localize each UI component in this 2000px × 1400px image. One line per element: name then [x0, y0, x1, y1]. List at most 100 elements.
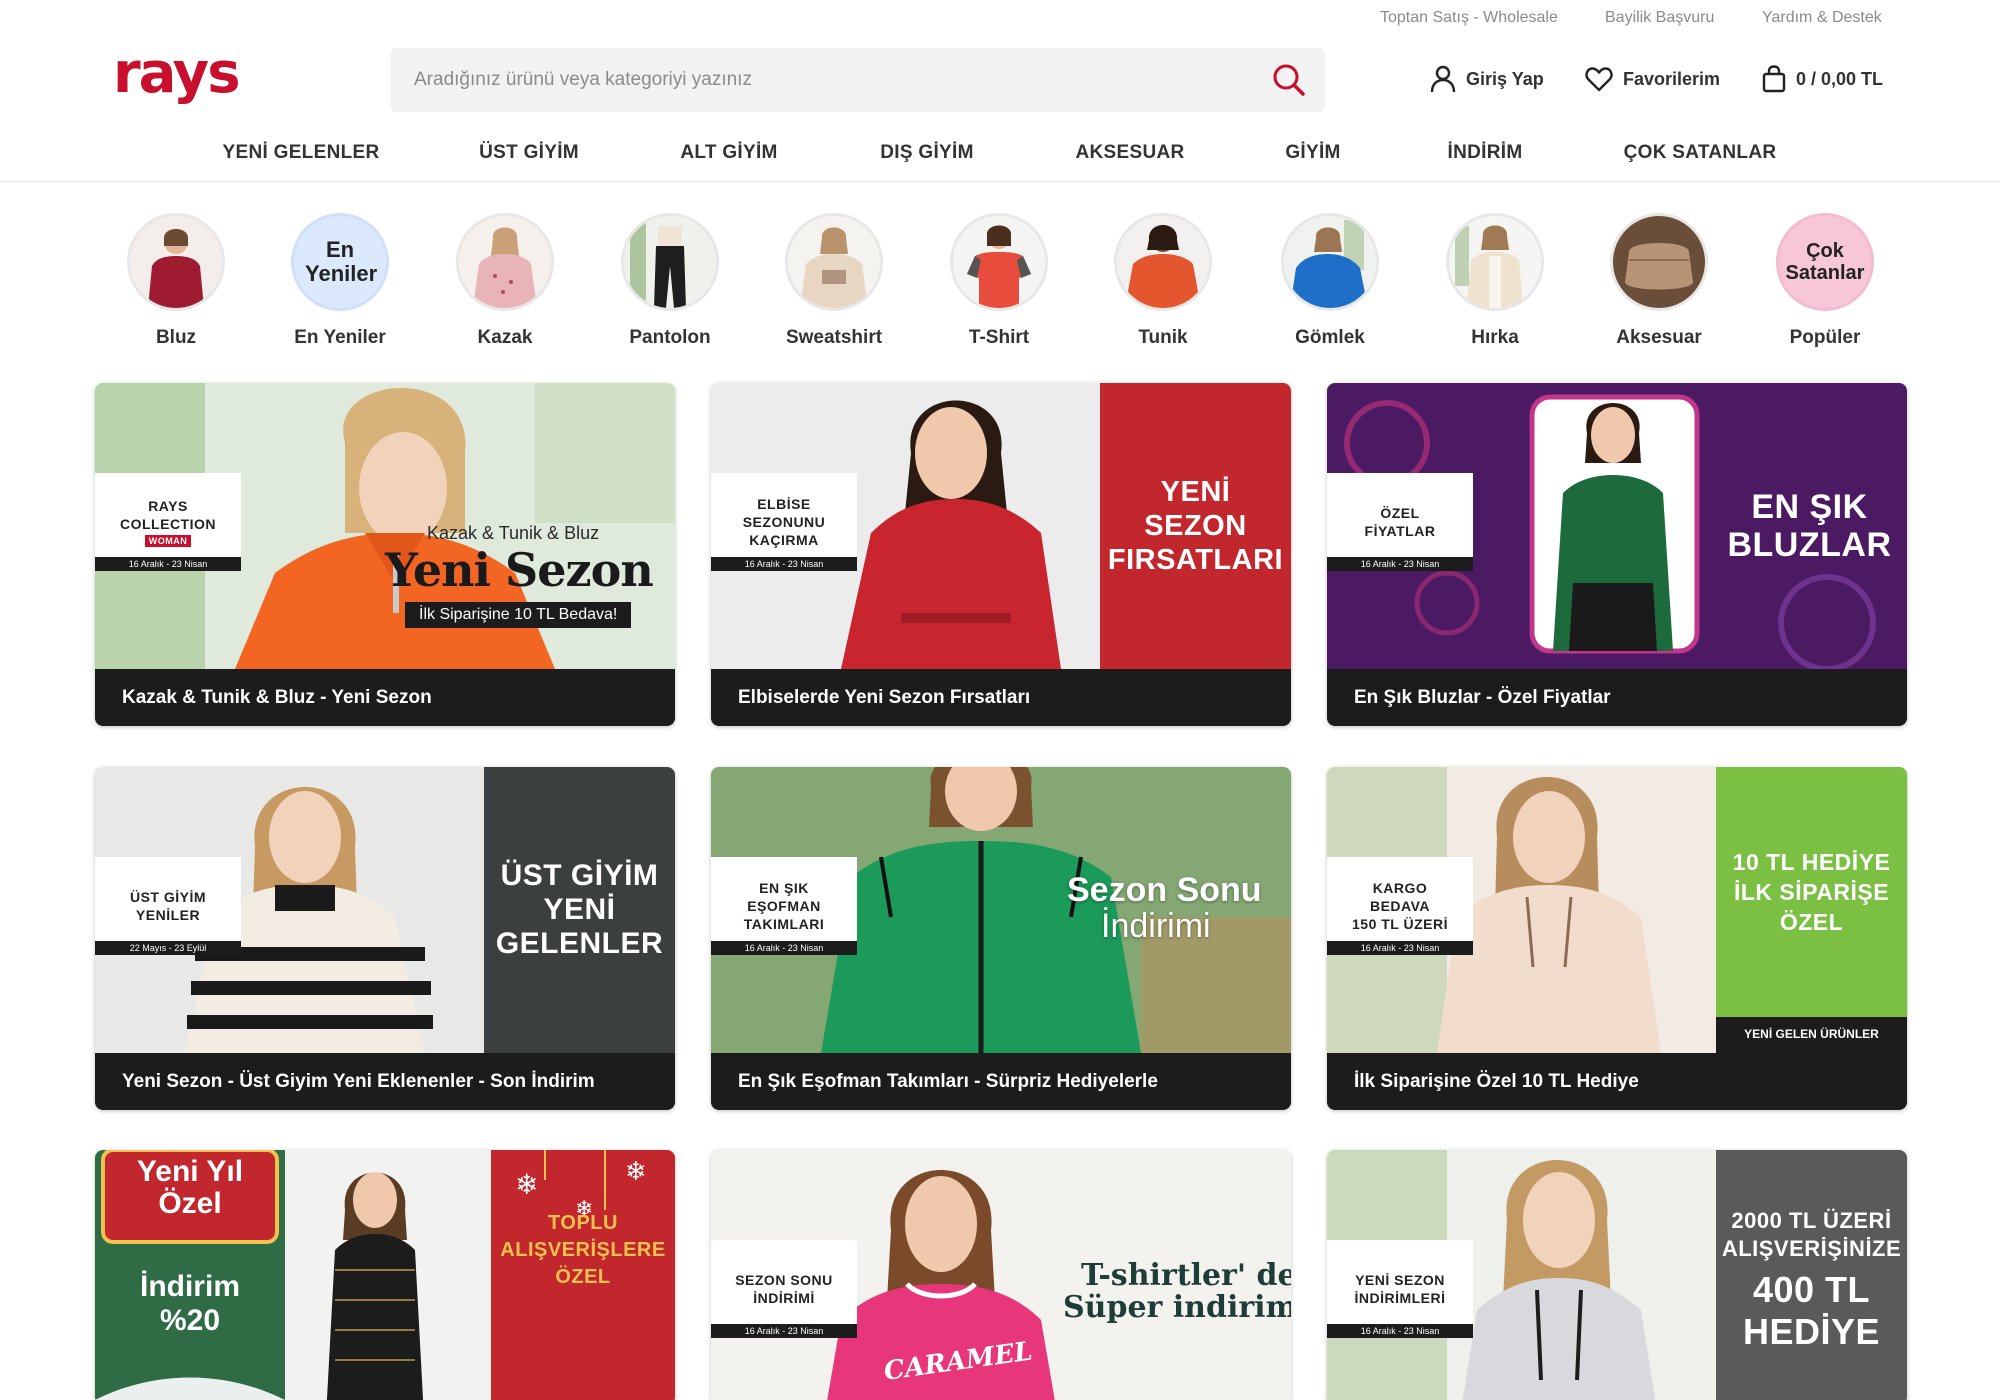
banner-card-gift-over-2000[interactable]: YENİ SEZON İNDİRİMLERİ 16 Aralık - 23 Ni… — [1327, 1150, 1907, 1400]
category-sweatshirt[interactable]: Sweatshirt — [774, 213, 894, 349]
promo-panel: ÜST GİYİM YENİ GELENLER — [484, 767, 675, 1053]
category-label: Gömlek — [1295, 327, 1365, 348]
header: rays Giriş Yap Favorilerim 0 / 0,00 TL — [0, 36, 2000, 128]
favorites-label: Favorilerim — [1623, 68, 1721, 89]
category-label: Popüler — [1789, 327, 1861, 348]
category-hirka[interactable]: Hırka — [1435, 213, 1555, 349]
tag-date: 16 Aralık - 23 Nisan — [1327, 557, 1473, 571]
rays-logo[interactable]: rays — [113, 41, 288, 108]
banner-headline: Sezon Sonu — [1067, 871, 1262, 909]
tag-title: ÜST GİYİM YENİLER — [129, 889, 207, 923]
promo-headline: 2000 TL ÜZERİ ALIŞVERİŞİNİZE — [1721, 1208, 1902, 1261]
nav-item-outerwear[interactable]: DIŞ GİYİM — [880, 142, 974, 164]
tag-date: 16 Aralık - 23 Nisan — [711, 557, 857, 571]
category-en-yeniler[interactable]: En Yeniler En Yeniler — [280, 213, 400, 349]
search-bar — [390, 48, 1325, 112]
search-input[interactable] — [414, 48, 1254, 112]
tag-title: KARGO BEDAVA 150 TL ÜZERİ — [1352, 880, 1448, 932]
tag-title: ÖZEL FİYATLAR — [1364, 505, 1436, 539]
nav-item-accessories[interactable]: AKSESUAR — [1075, 142, 1184, 164]
help-support-link[interactable]: Yardım & Destek — [1762, 9, 1882, 27]
heart-icon — [1585, 67, 1613, 92]
banner-card-dresses-new-season[interactable]: ELBİSE SEZONUNU KAÇIRMA 16 Aralık - 23 N… — [711, 383, 1291, 726]
trousers-photo-icon — [624, 216, 716, 308]
promo-tag: SEZON SONU İNDİRİMİ 16 Aralık - 23 Nisan — [711, 1240, 857, 1338]
promo-tag: ELBİSE SEZONUNU KAÇIRMA 16 Aralık - 23 N… — [711, 473, 857, 571]
main-nav: YENİ GELENLER ÜST GİYİM ALT GİYİM DIŞ Gİ… — [0, 128, 2000, 182]
blouse-photo-icon — [130, 216, 222, 308]
category-tunik[interactable]: Tunik — [1103, 213, 1223, 349]
banner-caption: Kazak & Tunik & Bluz - Yeni Sezon — [95, 669, 675, 726]
banner-subtitle: Süper indirim — [1063, 1290, 1291, 1325]
category-pantolon[interactable]: Pantolon — [610, 213, 730, 349]
promo-tag: ÜST GİYİM YENİLER 22 Mayıs - 23 Eylül — [95, 857, 241, 955]
banner-image: KARGO BEDAVA 150 TL ÜZERİ 16 Aralık - 23… — [1327, 767, 1907, 1053]
banner-card-new-year-sale[interactable]: ❄ ❄ ❄ Yeni Yıl Özel İndirim %20 TOPLU AL… — [95, 1150, 675, 1400]
tag-title: SEZON SONU İNDİRİMİ — [735, 1272, 833, 1306]
banner-card-first-order-gift[interactable]: KARGO BEDAVA 150 TL ÜZERİ 16 Aralık - 23… — [1327, 767, 1907, 1110]
category-bluz[interactable]: Bluz — [116, 213, 236, 349]
category-hirka-image — [1446, 213, 1544, 311]
dealer-application-link[interactable]: Bayilik Başvuru — [1605, 9, 1714, 27]
user-icon — [1430, 65, 1456, 93]
banner-headline: T-shirtler' de — [1081, 1258, 1291, 1293]
favorites-button[interactable]: Favorilerim — [1585, 64, 1720, 94]
banner-image: EN ŞIK EŞOFMAN TAKIMLARI 16 Aralık - 23 … — [711, 767, 1291, 1053]
promo-tag: KARGO BEDAVA 150 TL ÜZERİ 16 Aralık - 23… — [1327, 857, 1473, 955]
nav-item-sale[interactable]: İNDİRİM — [1448, 142, 1523, 164]
search-button[interactable] — [1271, 62, 1307, 98]
tag-date: 16 Aralık - 23 Nisan — [1327, 941, 1473, 955]
banner-card-stylish-blouses[interactable]: ÖZEL FİYATLAR 16 Aralık - 23 Nisan EN ŞI… — [1327, 383, 1907, 726]
nav-item-bottoms[interactable]: ALT GİYİM — [680, 142, 777, 164]
nav-item-new-arrivals[interactable]: YENİ GELENLER — [223, 142, 380, 164]
category-gomlek-image — [1281, 213, 1379, 311]
promo-panel: TOPLU ALIŞVERİŞLERE ÖZEL — [491, 1150, 675, 1350]
nav-item-best-sellers[interactable]: ÇOK SATANLAR — [1624, 142, 1777, 164]
category-aksesuar[interactable]: Aksesuar — [1599, 213, 1719, 349]
tag-title: ELBİSE SEZONUNU KAÇIRMA — [742, 496, 826, 548]
bag-photo-icon — [1613, 216, 1705, 308]
nav-item-clothing[interactable]: GİYİM — [1285, 142, 1340, 164]
category-kazak[interactable]: Kazak — [445, 213, 565, 349]
banner-caption: En Şık Bluzlar - Özel Fiyatlar — [1327, 669, 1907, 726]
banner-caption: Yeni Sezon - Üst Giyim Yeni Eklenenler -… — [95, 1053, 675, 1110]
sweater-photo-icon — [459, 216, 551, 308]
cart-button[interactable]: 0 / 0,00 TL — [1762, 64, 1883, 94]
banner-card-tops-new-arrivals[interactable]: ÜST GİYİM YENİLER 22 Mayıs - 23 Eylül ÜS… — [95, 767, 675, 1110]
shopping-bag-icon — [1762, 65, 1786, 93]
category-label: Sweatshirt — [785, 327, 883, 348]
category-tshirt-image — [950, 213, 1048, 311]
promo-tag: ÖZEL FİYATLAR 16 Aralık - 23 Nisan — [1327, 473, 1473, 571]
discount-label: İndirim %20 — [139, 1270, 240, 1337]
promo-tag: EN ŞIK EŞOFMAN TAKIMLARI 16 Aralık - 23 … — [711, 857, 857, 955]
promo-panel: 2000 TL ÜZERİ ALIŞVERİŞİNİZE 400 TL HEDİ… — [1716, 1150, 1907, 1400]
category-pantolon-image — [621, 213, 719, 311]
banner-card-tracksuits[interactable]: EN ŞIK EŞOFMAN TAKIMLARI 16 Aralık - 23 … — [711, 767, 1291, 1110]
nav-item-tops[interactable]: ÜST GİYİM — [479, 142, 579, 164]
category-label: Aksesuar — [1616, 327, 1702, 348]
promo-headline: EN ŞIK BLUZLAR — [1727, 488, 1892, 564]
banner-card-sweaters-new-season[interactable]: RAYS COLLECTION WOMAN 16 Aralık - 23 Nis… — [95, 383, 675, 726]
category-bluz-image — [127, 213, 225, 311]
promo-headline: ÜST GİYİM YENİ GELENLER — [495, 859, 664, 960]
category-tshirt[interactable]: T-Shirt — [939, 213, 1059, 349]
category-kazak-image — [456, 213, 554, 311]
tag-title: EN ŞIK EŞOFMAN TAKIMLARI — [743, 880, 825, 932]
banner-caption: İlk Siparişine Özel 10 TL Hediye — [1327, 1053, 1907, 1110]
banner-headline: Yeni Sezon — [385, 543, 654, 597]
category-aksesuar-image — [1610, 213, 1708, 311]
login-button[interactable]: Giriş Yap — [1430, 64, 1544, 94]
category-populer[interactable]: Çok Satanlar Popüler — [1765, 213, 1885, 349]
wholesale-link[interactable]: Toptan Satış - Wholesale — [1380, 9, 1558, 27]
banner-image: ❄ ❄ ❄ Yeni Yıl Özel İndirim %20 TOPLU AL… — [95, 1150, 675, 1400]
promo-panel: EN ŞIK BLUZLAR — [1712, 383, 1907, 669]
category-gomlek[interactable]: Gömlek — [1270, 213, 1390, 349]
tshirt-photo-icon — [953, 216, 1045, 308]
shirt-photo-icon — [1284, 216, 1376, 308]
tag-date: 16 Aralık - 23 Nisan — [711, 1324, 857, 1338]
banner-image: YENİ SEZON İNDİRİMLERİ 16 Aralık - 23 Ni… — [1327, 1150, 1907, 1400]
banner-image: ÖZEL FİYATLAR 16 Aralık - 23 Nisan EN ŞI… — [1327, 383, 1907, 669]
category-populer-badge: Çok Satanlar — [1776, 213, 1874, 311]
banner-card-tshirt-sale[interactable]: CARAMEL SEZON SONU İNDİRİMİ 16 Aralık - … — [711, 1150, 1291, 1400]
promo-footer: YENİ GELEN ÜRÜNLER — [1744, 1027, 1879, 1041]
